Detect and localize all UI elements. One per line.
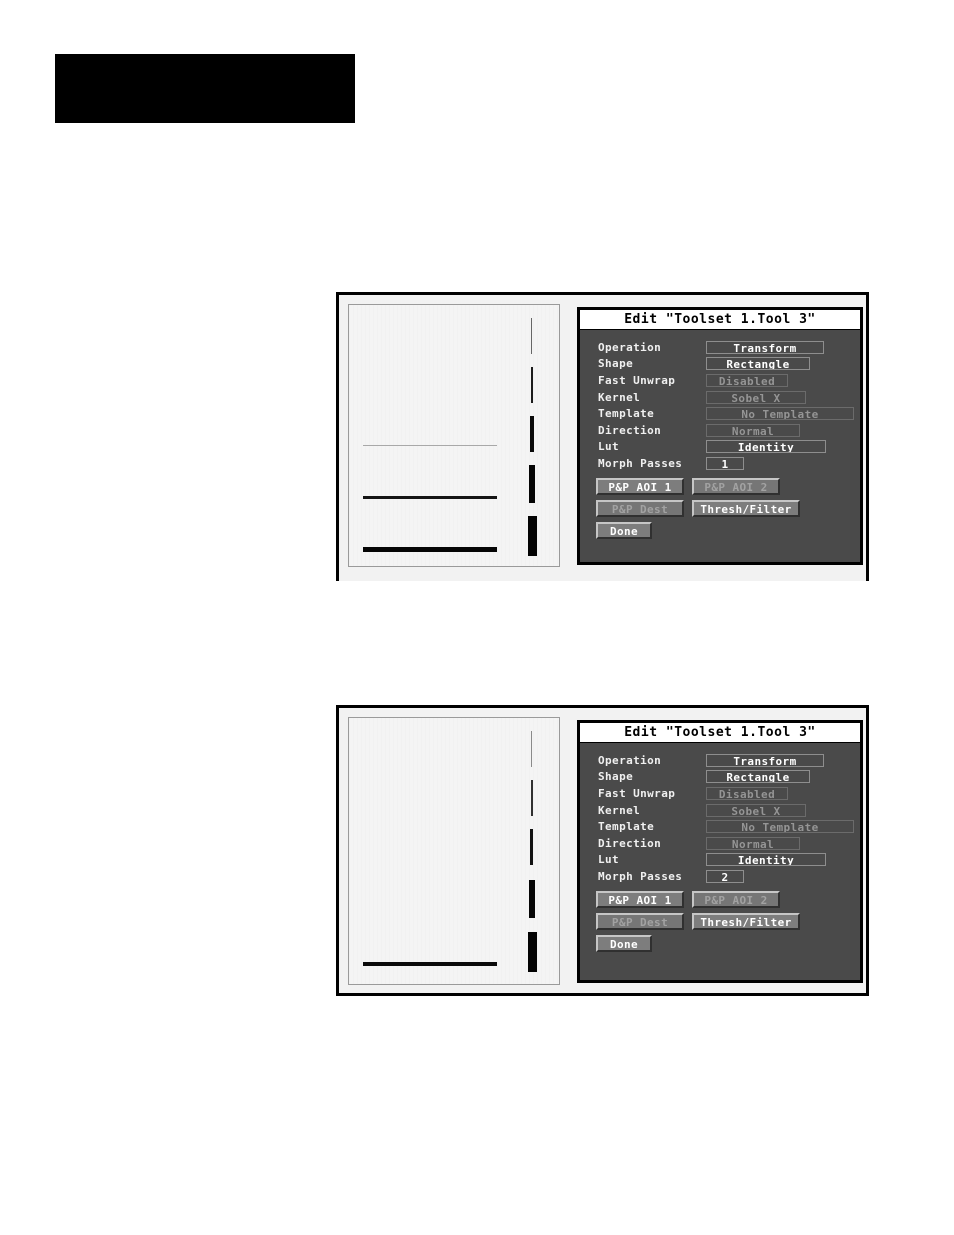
screenshot-figure-morph-passes-1: Edit "Toolset 1.Tool 3" Operation Transfo… (336, 292, 869, 581)
edit-tool-dialog: Edit "Toolset 1.Tool 3" Operation Transfo… (577, 720, 863, 983)
button-row: P&P AOI 1 P&P AOI 2 (596, 477, 860, 495)
dialog-button-area: P&P AOI 1 P&P AOI 2 P&P Dest Thresh/Filter D… (580, 472, 860, 539)
pandp-aoi-1-button[interactable]: P&P AOI 1 (596, 477, 684, 495)
property-label: Morph Passes (598, 869, 683, 883)
preview-vertical-bar (529, 465, 535, 503)
property-label: Template (598, 820, 655, 834)
dialog-title: Edit "Toolset 1.Tool 3" (580, 310, 860, 330)
button-row: P&P Dest Thresh/Filter (596, 912, 860, 930)
preview-horizontal-line (363, 547, 497, 552)
screenshot-figure-morph-passes-2: Edit "Toolset 1.Tool 3" Operation Transfo… (336, 705, 869, 996)
property-value-field: Normal (706, 836, 800, 850)
preview-vertical-bar (529, 880, 535, 918)
property-row: Template No Template (598, 818, 860, 835)
edit-tool-dialog: Edit "Toolset 1.Tool 3" Operation Transfo… (577, 307, 863, 565)
button-row: Done (596, 521, 860, 539)
property-value-field[interactable]: 1 (706, 456, 744, 470)
property-row: Direction Normal (598, 422, 860, 439)
image-preview-pane (348, 717, 560, 985)
pandp-aoi-2-button: P&P AOI 2 (692, 477, 780, 495)
property-label: Kernel (598, 803, 641, 817)
done-button[interactable]: Done (596, 521, 652, 539)
dialog-button-area: P&P AOI 1 P&P AOI 2 P&P Dest Thresh/Filter D… (580, 885, 860, 952)
property-row: Kernel Sobel X (598, 389, 860, 406)
pandp-aoi-2-button: P&P AOI 2 (692, 890, 780, 908)
pandp-dest-button: P&P Dest (596, 499, 684, 517)
preview-vertical-bar (528, 516, 537, 556)
property-label: Fast Unwrap (598, 786, 676, 800)
button-row: Done (596, 934, 860, 952)
property-value-field: Normal (706, 423, 800, 437)
image-preview-pane (348, 304, 560, 567)
done-button[interactable]: Done (596, 934, 652, 952)
property-value-field[interactable]: Identity (706, 853, 826, 867)
property-row: Kernel Sobel X (598, 802, 860, 819)
property-label: Shape (598, 770, 634, 784)
property-label: Kernel (598, 390, 641, 404)
preview-horizontal-line (363, 496, 497, 499)
property-label: Shape (598, 357, 634, 371)
property-label: Direction (598, 836, 662, 850)
property-row: Shape Rectangle (598, 356, 860, 373)
property-value-field: Sobel X (706, 390, 806, 404)
property-row: Fast Unwrap Disabled (598, 785, 860, 802)
property-label: Operation (598, 340, 662, 354)
preview-horizontal-line (363, 962, 497, 966)
property-row: Lut Identity (598, 852, 860, 869)
property-value-field: Sobel X (706, 803, 806, 817)
property-value-field[interactable]: Rectangle (706, 357, 810, 371)
preview-vertical-bar (531, 731, 532, 767)
property-label: Lut (598, 853, 620, 867)
property-value-field: Disabled (706, 373, 788, 387)
property-label: Morph Passes (598, 456, 683, 470)
property-row: Operation Transform (598, 339, 860, 356)
property-row: Direction Normal (598, 835, 860, 852)
property-row: Operation Transform (598, 752, 860, 769)
property-value-field[interactable]: Identity (706, 440, 826, 454)
preview-vertical-bar (531, 780, 533, 816)
preview-vertical-bar (531, 318, 532, 354)
property-row: Shape Rectangle (598, 769, 860, 786)
dialog-field-list: Operation Transform Shape Rectangle Fast Unw… (580, 743, 860, 885)
preview-horizontal-line (363, 445, 497, 446)
property-label: Operation (598, 753, 662, 767)
property-label: Fast Unwrap (598, 373, 676, 387)
dialog-title: Edit "Toolset 1.Tool 3" (580, 723, 860, 743)
preview-vertical-bar (530, 829, 533, 865)
property-value-field[interactable]: Transform (706, 340, 824, 354)
pandp-aoi-1-button[interactable]: P&P AOI 1 (596, 890, 684, 908)
property-value-field: No Template (706, 820, 854, 834)
property-label: Lut (598, 440, 620, 454)
property-row: Morph Passes 1 (598, 455, 860, 472)
button-row: P&P AOI 1 P&P AOI 2 (596, 890, 860, 908)
property-label: Template (598, 407, 655, 421)
preview-vertical-bar (531, 367, 533, 403)
property-value-field[interactable]: Rectangle (706, 770, 810, 784)
thresh-filter-button[interactable]: Thresh/Filter (692, 499, 800, 517)
property-row: Lut Identity (598, 439, 860, 456)
preview-vertical-bar (530, 416, 534, 452)
preview-vertical-bar (528, 932, 537, 972)
property-value-field[interactable]: Transform (706, 753, 824, 767)
property-row: Template No Template (598, 405, 860, 422)
property-value-field: No Template (706, 407, 854, 421)
property-label: Direction (598, 423, 662, 437)
redacted-heading-bar (55, 54, 355, 123)
property-row: Morph Passes 2 (598, 868, 860, 885)
property-value-field: Disabled (706, 786, 788, 800)
pandp-dest-button: P&P Dest (596, 912, 684, 930)
button-row: P&P Dest Thresh/Filter (596, 499, 860, 517)
property-row: Fast Unwrap Disabled (598, 372, 860, 389)
property-value-field[interactable]: 2 (706, 869, 744, 883)
thresh-filter-button[interactable]: Thresh/Filter (692, 912, 800, 930)
dialog-field-list: Operation Transform Shape Rectangle Fast Unw… (580, 330, 860, 472)
